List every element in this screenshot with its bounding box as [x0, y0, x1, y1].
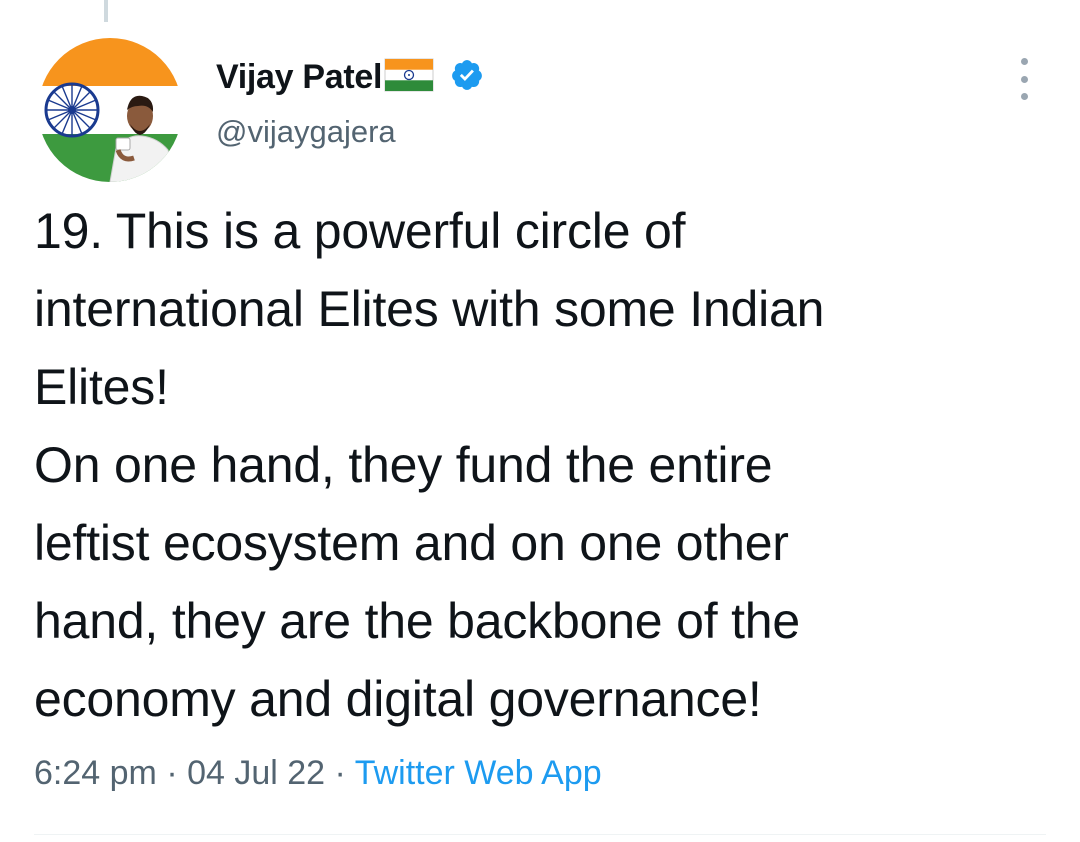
tweet-text-line: international Elites with some Indian	[34, 281, 825, 337]
tweet-metadata: 6:24 pm · 04 Jul 22 · Twitter Web App	[34, 754, 602, 793]
name-row: Vijay Patel	[216, 54, 484, 100]
avatar-image	[38, 38, 182, 182]
more-dot-icon	[1020, 75, 1028, 83]
verified-badge-icon	[450, 58, 484, 97]
tweet-text-line: 19. This is a powerful circle of	[34, 203, 686, 259]
more-options-button[interactable]	[1004, 58, 1044, 100]
tweet-text: 19. This is a powerful circle of interna…	[34, 192, 1054, 738]
tweet-header: Vijay Patel @vijaygajera	[216, 54, 484, 150]
meta-separator: ·	[334, 754, 346, 792]
tweet-date[interactable]: 04 Jul 22	[187, 754, 325, 792]
tweet-text-line: hand, they are the backbone of the	[34, 593, 801, 649]
author-handle[interactable]: @vijaygajera	[216, 114, 484, 150]
tweet-source-link[interactable]: Twitter Web App	[355, 754, 602, 792]
thread-connector-line	[104, 0, 108, 22]
divider	[34, 834, 1046, 835]
more-dot-icon	[1020, 93, 1028, 100]
india-flag-icon	[384, 58, 434, 97]
tweet-text-line: Elites!	[34, 359, 169, 415]
meta-separator: ·	[166, 754, 178, 792]
more-dot-icon	[1020, 58, 1028, 65]
author-display-name[interactable]: Vijay Patel	[216, 58, 382, 97]
tweet-time[interactable]: 6:24 pm	[34, 754, 157, 792]
avatar[interactable]	[38, 38, 182, 182]
ashoka-chakra-icon	[44, 82, 100, 138]
tweet-text-line: On one hand, they fund the entire	[34, 437, 773, 493]
tweet-text-line: economy and digital governance!	[34, 671, 762, 727]
tweet-text-line: leftist ecosystem and on one other	[34, 515, 789, 571]
